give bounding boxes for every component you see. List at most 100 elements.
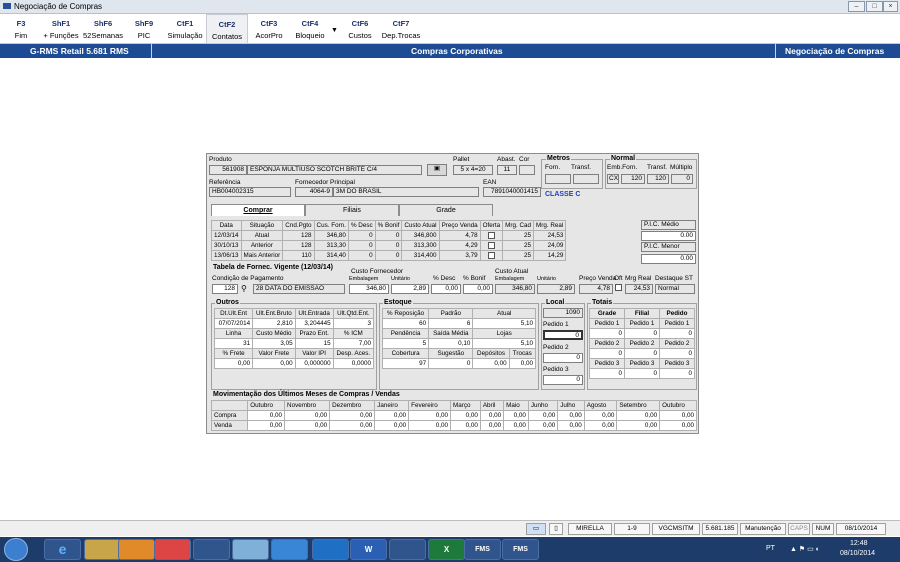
prazo-ent-value: 15 [294,338,334,349]
toolbar-button-52semanas[interactable]: ShF6 52Semanas [82,14,124,44]
field-label: Ult.Qtd.Ent. [332,308,375,319]
tab-comprar[interactable]: Comprar [211,204,305,216]
cell-bonif: 0 [374,230,403,241]
mrg-real-field[interactable]: 24,53 [625,284,653,294]
fms-app-button[interactable]: FMS [502,539,539,560]
language-indicator[interactable]: PT [766,545,775,552]
ult-ent-bruto-value: 2,810 [252,318,296,329]
app-icon[interactable] [232,539,269,560]
media-player-icon[interactable] [118,539,155,560]
cell-mrg-real: 24,53 [533,230,567,241]
metros-transf-label: Transf. [571,164,591,171]
custo-unit-field[interactable]: 2,89 [391,284,429,294]
destaque-st-field[interactable]: Normal [655,284,695,294]
outlook-icon[interactable] [312,539,349,560]
maximize-button[interactable]: □ [866,1,883,12]
tab-grade[interactable]: Grade [399,204,493,216]
chrome-icon[interactable] [154,539,191,560]
column-header: Mrg. Cad [502,220,535,231]
desp-aces-value: 0,0000 [332,358,375,369]
cor-field[interactable] [519,165,535,175]
cell-mrg-real: 14,29 [533,250,567,261]
fornecedor-code-field[interactable]: 4064-9 [295,187,333,197]
table-header-row: Outubro Novembro Dezembro Janeiro Fevere… [210,400,697,411]
ean-field[interactable]: 7891040001415 [483,187,541,197]
local-pedido3-input[interactable]: 0 [543,375,583,385]
atual-unit-field[interactable]: 2,89 [537,284,575,294]
custo-emb-field[interactable]: 346,80 [349,284,389,294]
oferta-checkbox[interactable] [479,240,504,251]
close-icon[interactable]: × [883,1,898,12]
table-row[interactable]: 13/06/13 Mais Anterior 110 314,40 0 0 31… [211,250,567,261]
produto-code-field[interactable]: 561908 [209,165,247,175]
internet-explorer-icon[interactable]: e [44,539,81,560]
local-pedido1-input[interactable]: 0 [543,330,583,340]
normal-transf-field[interactable]: 120 [647,174,669,184]
referencia-field[interactable]: HB004002315 [209,187,291,197]
pic-menor-field[interactable]: 0.00 [641,231,696,241]
toolbar-button-simulacao[interactable]: CtF1 Simulação [164,14,206,44]
excel-icon[interactable]: X [428,539,465,560]
binoculars-icon[interactable]: ⚲ [241,284,247,293]
cond-code-field[interactable]: 128 [212,284,238,294]
metros-transf-field[interactable] [573,174,599,184]
minimize-button[interactable]: – [848,1,865,12]
produto-description-field[interactable]: ESPONJA MULTIUSO SCOTCH BRITE C/4 [247,165,422,175]
fms-app-button[interactable]: FMS [464,539,501,560]
bonif-field[interactable]: 0,00 [463,284,493,294]
multiplo-field[interactable]: 0 [671,174,693,184]
local-code-field[interactable]: 1090 [543,308,583,318]
oferta-checkbox[interactable] [479,230,504,241]
word-icon[interactable]: W [350,539,387,560]
tray-icons[interactable]: ▲ ⚑ ▭ ◐ [790,545,820,553]
pic-medio-field[interactable]: 0.00 [641,254,696,264]
column-header: Grade [589,308,625,319]
app-icon[interactable] [389,539,426,560]
month-header: Agosto [583,400,618,411]
screen-icon[interactable]: ▭ [526,523,546,535]
padrao-value: 6 [428,318,474,329]
tab-filiais[interactable]: Filiais [305,204,399,216]
pallet-field[interactable]: 5 x 4=20 [453,165,493,175]
toolbar-button-custos[interactable]: CtF6 Custos [339,14,381,44]
trocas-value: 0,00 [508,358,537,369]
table-row[interactable]: 30/10/13 Anterior 128 313,30 0 0 313,300… [211,240,567,251]
lync-icon[interactable] [271,539,308,560]
app-icon[interactable] [193,539,230,560]
metros-title: Metros [546,155,571,162]
emb-unit-field[interactable]: CX [607,174,619,184]
oft-checkbox[interactable] [615,284,622,291]
product-image-button[interactable]: ▣ [427,164,447,176]
custo-fornecedor-label: Custo Fornecedor [351,268,404,275]
clock-date[interactable]: 08/10/2014 [840,550,875,557]
toolbar-button-dep-trocas[interactable]: CtF7 Dep.Trocas [380,14,422,44]
toolbar-button-pic[interactable]: ShF9 PIC [123,14,165,44]
emb-forn-field[interactable]: 120 [621,174,645,184]
cell-bonif: 0 [374,240,403,251]
clock-time[interactable]: 12:48 [850,540,868,547]
toolbar-button-bloqueio[interactable]: CtF4 Bloqueio [289,14,331,44]
toolbar-button-fim[interactable]: F3 Fim [0,14,42,44]
folder-icon[interactable] [84,539,121,560]
local-pedido2-input[interactable]: 0 [543,353,583,363]
dropdown-arrow-icon[interactable]: ▼ [331,27,338,34]
table-row[interactable]: 12/03/14 Atual 128 346,80 0 0 346,800 4,… [211,230,567,241]
filial-pedido1-value: 0 [624,328,660,339]
toolbar-button-acorpro[interactable]: CtF3 AcorPro [248,14,290,44]
metros-forn-field[interactable] [545,174,571,184]
oferta-checkbox[interactable] [479,250,504,261]
ult-entrada-value: 3,204445 [294,318,334,329]
sugestao-value: 0 [428,358,474,369]
page-icon[interactable]: ▯ [549,523,563,535]
cond-desc-field[interactable]: 28 DATA DO EMISSAO [253,284,345,294]
start-button[interactable] [4,538,28,561]
atual-emb-field[interactable]: 346,80 [495,284,535,294]
preco-venda-field[interactable]: 4,78 [579,284,613,294]
fornecedor-name-field[interactable]: 3M DO BRASIL [333,187,479,197]
toolbar-button-funcoes[interactable]: ShF1 + Funções [40,14,82,44]
abast-field[interactable]: 11 [497,165,517,175]
field-label: Pedido 2 [659,338,695,349]
cell-custo-atual: 313,300 [401,240,440,251]
desc-field[interactable]: 0,00 [431,284,461,294]
toolbar-button-contatos[interactable]: CtF2 Contatos [206,14,248,44]
